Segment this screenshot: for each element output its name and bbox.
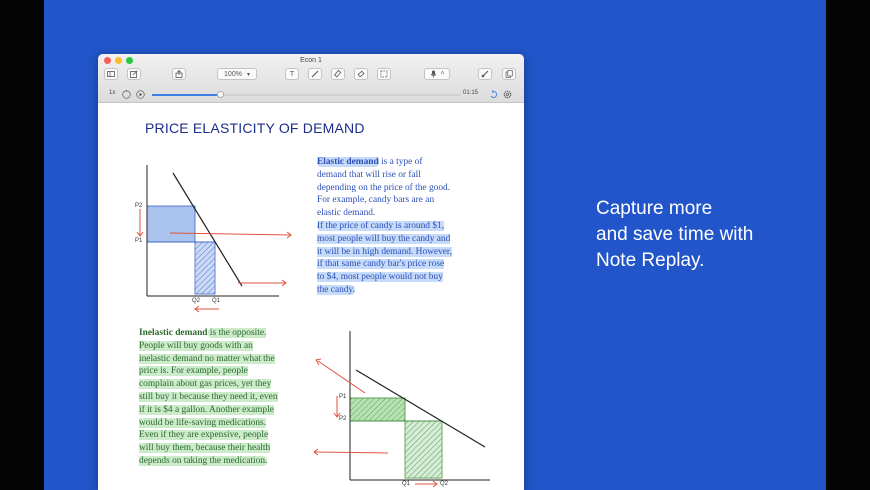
elastic-demand-term: Elastic demand: [317, 157, 379, 167]
pen-tool-button[interactable]: [308, 68, 322, 80]
chevron-up-icon: ˄: [440, 71, 445, 77]
note-replay-bar: 1x 01:15: [98, 87, 524, 102]
replay-scrubber-knob[interactable]: [216, 91, 224, 98]
share-button[interactable]: [172, 68, 186, 80]
elastic-demand-paragraph: Elastic demand is a type of demand that …: [317, 156, 507, 297]
elastic-label-q2: Q2: [192, 298, 201, 304]
inelastic-label-q1: Q1: [402, 481, 411, 487]
text-tool-label: T: [289, 70, 295, 78]
title-bar: Econ 1 100% ▾ T ˄ 1x 01:15: [98, 54, 524, 103]
inelastic-demand-paragraph: Inelastic demand is the opposite. People…: [139, 327, 314, 468]
eraser-icon: [357, 70, 365, 78]
text-tool-button[interactable]: T: [285, 68, 299, 80]
replay-scrubber[interactable]: [152, 91, 460, 98]
elastic-demand-graph: [136, 165, 292, 313]
highlighter-tool-button[interactable]: [331, 68, 345, 80]
pages-button[interactable]: [502, 68, 516, 80]
inelastic-demand-definition: is the opposite. People will buy goods w…: [139, 328, 278, 466]
playback-speed-button[interactable]: 1x: [109, 90, 115, 96]
settings-gear-icon[interactable]: [503, 90, 512, 99]
elastic-label-p1: P1: [135, 238, 143, 244]
replay-progress-fill: [152, 94, 220, 96]
right-letterbox: [826, 0, 870, 490]
zoom-value: 100%: [224, 70, 242, 78]
elastic-label-q1: Q1: [212, 298, 221, 304]
lasso-icon: [380, 70, 388, 78]
brush-button[interactable]: [478, 68, 492, 80]
sidebar-toggle-button[interactable]: [104, 68, 118, 80]
highlighter-icon: [334, 70, 342, 78]
app-window: Econ 1 100% ▾ T ˄ 1x 01:15 PRICE ELASTIC…: [98, 54, 524, 490]
microphone-icon: [430, 70, 437, 78]
inelastic-label-p2: P2: [339, 416, 347, 422]
inelastic-arrow-2: [313, 451, 389, 454]
compose-button[interactable]: [127, 68, 141, 80]
sidebar-icon: [107, 71, 115, 77]
pages-icon: [505, 70, 513, 78]
zoom-select[interactable]: 100% ▾: [217, 68, 257, 80]
share-icon: [175, 70, 183, 78]
skip-back-icon[interactable]: [122, 90, 131, 99]
record-audio-button[interactable]: ˄: [424, 68, 450, 80]
play-icon[interactable]: [136, 90, 145, 99]
chevron-down-icon: ▾: [246, 71, 250, 78]
elastic-revenue-area-upper: [146, 205, 196, 243]
elastic-demand-example: If the price of candy is around $1, most…: [317, 220, 453, 295]
note-page[interactable]: PRICE ELASTICITY OF DEMAND P2 P1 Q2 Q1 P…: [98, 103, 524, 490]
lasso-select-button[interactable]: [377, 68, 391, 80]
left-letterbox: [0, 0, 44, 490]
marketing-tagline: Capture more and save time with Note Rep…: [596, 198, 754, 271]
pen-icon: [311, 70, 319, 78]
inelastic-demand-term: Inelastic demand: [139, 328, 208, 338]
inelastic-demand-graph: [313, 331, 490, 488]
replay-time: 01:15: [463, 90, 479, 96]
compose-icon: [130, 70, 138, 78]
inelastic-label-p1: P1: [339, 394, 347, 400]
elastic-label-p2: P2: [135, 203, 143, 209]
replay-mode-icon[interactable]: [489, 90, 498, 99]
window-title: Econ 1: [300, 57, 322, 64]
inelastic-arrow-1: [317, 360, 366, 394]
eraser-tool-button[interactable]: [354, 68, 368, 80]
brush-icon: [481, 70, 489, 78]
inelastic-label-q2: Q2: [440, 481, 449, 487]
